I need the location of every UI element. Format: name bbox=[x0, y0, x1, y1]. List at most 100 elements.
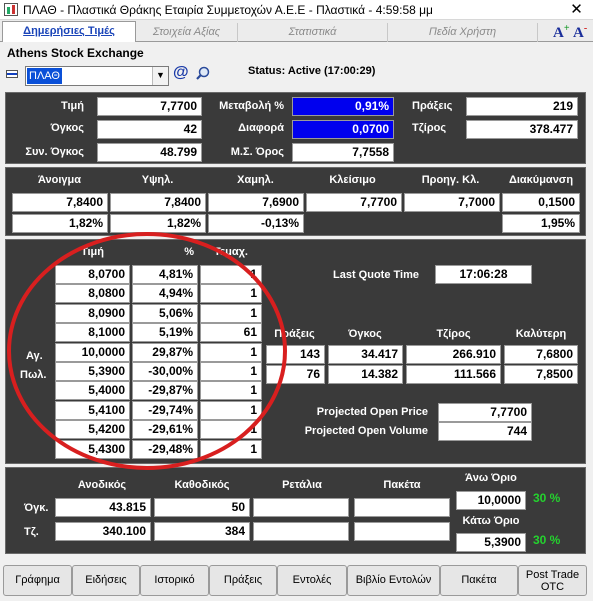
proj-price-label: Projected Open Price bbox=[316, 406, 428, 418]
buy-best: 7,6800 bbox=[504, 345, 578, 364]
news-button[interactable]: Ειδήσεις bbox=[72, 565, 140, 596]
symbol-select[interactable]: ΠΛΑΘ ▼ bbox=[25, 66, 169, 86]
sell-label: Πωλ. bbox=[20, 369, 47, 381]
close-button[interactable]: ✕ bbox=[560, 0, 593, 20]
low-pct: -0,13% bbox=[208, 214, 304, 233]
depth-row-qty: 1 bbox=[200, 362, 262, 381]
range-header: Διακύμανση bbox=[508, 174, 574, 186]
odd-lot-header: Ρετάλια bbox=[282, 479, 322, 491]
depth-row-pct: -29,87% bbox=[132, 381, 198, 400]
volume-label: Όγκος bbox=[50, 122, 84, 134]
tab-statistics[interactable]: Στατιστικά bbox=[238, 23, 388, 42]
at-icon[interactable]: @ bbox=[173, 64, 189, 82]
open-pct: 1,82% bbox=[12, 214, 108, 233]
depth-row-pct: -29,61% bbox=[132, 420, 198, 439]
upper-limit-pct: 30 % bbox=[533, 491, 561, 505]
last-quote-label: Last Quote Time bbox=[333, 269, 419, 281]
depth-price-header: Τιμή bbox=[80, 246, 105, 258]
depth-row-qty: 1 bbox=[200, 420, 262, 439]
app-icon bbox=[4, 3, 18, 16]
price-label: Τιμή bbox=[60, 100, 84, 112]
depth-row-price: 5,3900 bbox=[55, 362, 130, 381]
trades-label: Πράξεις bbox=[412, 100, 453, 112]
trades-value: 219 bbox=[466, 97, 578, 116]
down-header: Καθοδικός bbox=[174, 479, 230, 491]
depth-row-price: 5,4200 bbox=[55, 420, 130, 439]
depth-row-pct: 4,81% bbox=[132, 265, 198, 284]
depth-row-price: 8,0700 bbox=[55, 265, 130, 284]
font-decrease-button[interactable]: A- bbox=[573, 23, 587, 42]
tab-daily-prices[interactable]: Δημερήσιες Τιμές bbox=[2, 21, 136, 42]
symbol-value: ΠΛΑΘ bbox=[27, 68, 62, 84]
sell-best: 7,8500 bbox=[504, 365, 578, 384]
up-volume: 43.815 bbox=[55, 498, 151, 517]
blocks-button[interactable]: Πακέτα bbox=[440, 565, 518, 596]
depth-row-price: 8,0900 bbox=[55, 304, 130, 323]
side-trades-header: Πράξεις bbox=[274, 328, 315, 340]
buy-trades: 143 bbox=[266, 345, 325, 364]
odd-lot-turnover bbox=[253, 522, 349, 541]
sell-volume: 14.382 bbox=[328, 365, 403, 384]
history-button[interactable]: Ιστορικό bbox=[140, 565, 209, 596]
depth-row-price: 5,4300 bbox=[55, 440, 130, 459]
depth-row-price: 10,0000 bbox=[55, 343, 130, 362]
turnover-label: Τζίρος bbox=[412, 122, 447, 134]
block-volume bbox=[354, 498, 450, 517]
order-book-button[interactable]: Βιβλίο Εντολών bbox=[347, 565, 440, 596]
open-header: Άνοιγμα bbox=[37, 174, 82, 186]
post-trade-line1: Post Trade bbox=[525, 569, 580, 581]
magnifier-icon[interactable] bbox=[196, 66, 210, 80]
open-value: 7,8400 bbox=[12, 193, 108, 212]
totals-volume-label: Όγκ. bbox=[24, 502, 49, 514]
exchange-name: Athens Stock Exchange bbox=[7, 46, 144, 60]
orders-button[interactable]: Εντολές bbox=[277, 565, 347, 596]
status-text: Status: Active (17:00:29) bbox=[248, 65, 376, 77]
down-volume: 50 bbox=[154, 498, 250, 517]
depth-row-pct: 4,94% bbox=[132, 284, 198, 303]
depth-row-pct: 29,87% bbox=[132, 343, 198, 362]
side-turnover-header: Τζίρος bbox=[436, 328, 471, 340]
depth-row-qty: 1 bbox=[200, 284, 262, 303]
depth-row-qty: 1 bbox=[200, 381, 262, 400]
sell-turnover: 111.566 bbox=[406, 365, 501, 384]
proj-volume-value: 744 bbox=[438, 422, 532, 441]
depth-row-pct: -29,74% bbox=[132, 401, 198, 420]
low-value: 7,6900 bbox=[208, 193, 304, 212]
lower-limit-pct: 30 % bbox=[533, 533, 561, 547]
tab-value-data[interactable]: Στοιχεία Αξίας bbox=[136, 23, 238, 42]
down-turnover: 384 bbox=[154, 522, 250, 541]
chevron-down-icon[interactable]: ▼ bbox=[152, 67, 168, 85]
buy-label: Αγ. bbox=[26, 350, 43, 362]
window-title: ΠΛΑΘ - Πλαστικά Θράκης Εταιρία Συμμετοχώ… bbox=[23, 3, 433, 17]
odd-lot-volume bbox=[253, 498, 349, 517]
sell-trades: 76 bbox=[266, 365, 325, 384]
up-turnover: 340.100 bbox=[55, 522, 151, 541]
chart-button[interactable]: Γράφημα bbox=[3, 565, 72, 596]
trades-button[interactable]: Πράξεις bbox=[209, 565, 277, 596]
depth-row-qty: 1 bbox=[200, 440, 262, 459]
volume-value: 42 bbox=[97, 120, 202, 139]
turnover-value: 378.477 bbox=[466, 120, 578, 139]
proj-price-value: 7,7700 bbox=[438, 403, 532, 422]
up-header: Ανοδικός bbox=[77, 479, 127, 491]
font-increase-button[interactable]: A+ bbox=[553, 23, 570, 42]
total-volume-value: 48.799 bbox=[97, 143, 202, 162]
totals-turnover-label: Τζ. bbox=[24, 526, 39, 538]
tab-user-fields[interactable]: Πεδία Χρήστη bbox=[388, 23, 538, 42]
depth-row-qty: 1 bbox=[200, 343, 262, 362]
range-pct: 1,95% bbox=[502, 214, 580, 233]
flag-icon bbox=[6, 70, 18, 78]
last-quote-time: 17:06:28 bbox=[435, 265, 532, 284]
depth-row-qty: 61 bbox=[200, 323, 262, 342]
depth-pct-header: % bbox=[184, 246, 194, 258]
change-pct-label: Μεταβολή % bbox=[219, 100, 284, 112]
post-trade-otc-button[interactable]: Post Trade OTC bbox=[518, 565, 587, 596]
side-volume-header: Όγκος bbox=[348, 328, 382, 340]
prev-close-header: Προηγ. Κλ. bbox=[421, 174, 480, 186]
lower-limit-label: Κάτω Όριο bbox=[462, 515, 520, 527]
avg-label: Μ.Σ. Όρος bbox=[230, 146, 284, 158]
range-value: 0,1500 bbox=[502, 193, 580, 212]
high-header: Υψηλ. bbox=[141, 174, 174, 186]
upper-limit-value: 10,0000 bbox=[456, 491, 526, 510]
depth-row-pct: -30,00% bbox=[132, 362, 198, 381]
